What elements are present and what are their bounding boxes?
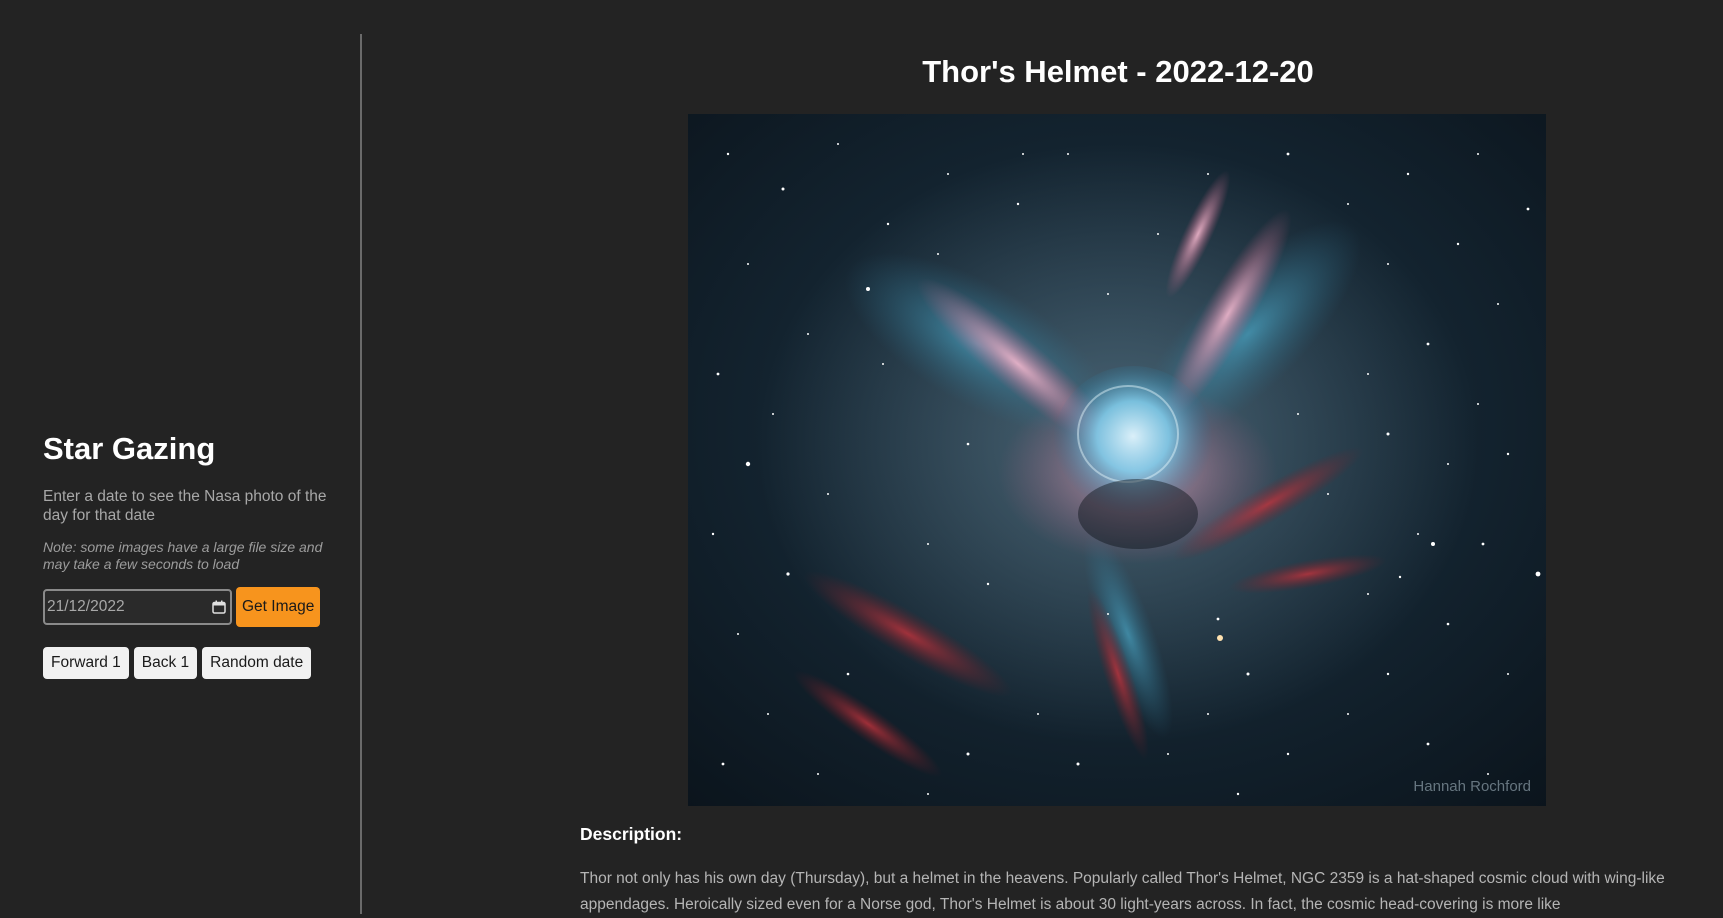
description-label: Description: bbox=[580, 824, 683, 844]
calendar-icon[interactable] bbox=[212, 600, 226, 614]
apod-photo: Hannah Rochford bbox=[688, 114, 1546, 806]
app-title: Star Gazing bbox=[43, 431, 216, 466]
nebula-image: Hannah Rochford bbox=[688, 114, 1546, 806]
back-button[interactable]: Back 1 bbox=[133, 647, 198, 680]
date-input[interactable]: 21/12/2022 bbox=[43, 589, 232, 626]
date-row: 21/12/2022 Get Image bbox=[43, 587, 343, 628]
date-input-value: 21/12/2022 bbox=[47, 598, 125, 616]
sidebar-content: Star Gazing Enter a date to see the Nasa… bbox=[43, 430, 343, 680]
load-note: Note: some images have a large file size… bbox=[43, 539, 323, 573]
app-description: Enter a date to see the Nasa photo of th… bbox=[43, 488, 327, 525]
main-content: Thor's Helmet - 2022-12-20 Hannah Rochfo… bbox=[362, 0, 1723, 914]
description-text: Thor not only has his own day (Thursday)… bbox=[580, 870, 1665, 913]
sidebar: Star Gazing Enter a date to see the Nasa… bbox=[0, 0, 361, 914]
get-image-button[interactable]: Get Image bbox=[236, 587, 321, 628]
random-date-button[interactable]: Random date bbox=[202, 647, 312, 680]
image-credit: Hannah Rochford bbox=[1413, 778, 1531, 795]
forward-button[interactable]: Forward 1 bbox=[43, 647, 129, 680]
photo-title: Thor's Helmet - 2022-12-20 bbox=[922, 54, 1314, 89]
date-navigation: Forward 1 Back 1 Random date bbox=[43, 647, 343, 680]
